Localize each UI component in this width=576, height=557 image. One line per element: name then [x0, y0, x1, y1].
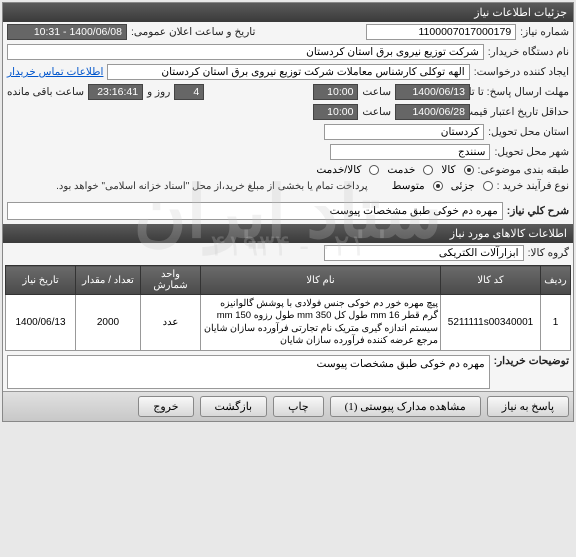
announce-value: 1400/06/08 - 10:31	[7, 24, 127, 40]
items-section-title: اطلاعات کالاهای مورد نیاز	[3, 224, 573, 243]
validity-time: 10:00	[313, 104, 358, 120]
cell-unit: عدد	[141, 295, 201, 351]
desc-label: شرح کلي نیاز:	[507, 205, 569, 217]
radio-both[interactable]	[369, 165, 379, 175]
day-and-label: روز و	[147, 86, 170, 98]
reply-button[interactable]: پاسخ به نیاز	[487, 396, 569, 417]
time-label-2: ساعت	[362, 106, 391, 118]
validity-date: 1400/06/28	[395, 104, 470, 120]
cell-code: 5211111s00340001	[441, 295, 541, 351]
cell-name: پیچ مهره خور دم خوکی جنس فولادی با پوشش …	[201, 295, 441, 351]
th-unit: واحد شمارش	[141, 266, 201, 295]
radio-small[interactable]	[483, 181, 493, 191]
buyer-org-value: شرکت توزیع نیروی برق استان کردستان	[7, 44, 484, 60]
main-panel: جزئیات اطلاعات نیاز شماره نیاز: 11000070…	[2, 2, 574, 422]
panel-title: جزئیات اطلاعات نیاز	[3, 3, 573, 22]
time-label-1: ساعت	[362, 86, 391, 98]
items-table: ردیف کد کالا نام کالا واحد شمارش تعداد /…	[5, 265, 571, 351]
group-value: ابزارآلات الکتریکی	[324, 245, 524, 261]
print-button[interactable]: چاپ	[273, 396, 324, 417]
deadline-time: 10:00	[313, 84, 358, 100]
remaining-days: 4	[174, 84, 204, 100]
th-date: تاریخ نیاز	[6, 266, 76, 295]
exit-button[interactable]: خروج	[138, 396, 193, 417]
buyer-notes-value: مهره دم خوکی طبق مشخصات پیوست	[7, 355, 490, 389]
need-number-value: 1100007017000179	[366, 24, 516, 40]
purchase-note: پرداخت تمام یا بخشی از مبلغ خرید،از محل …	[56, 181, 368, 192]
cell-idx: 1	[541, 295, 571, 351]
table-header-row: ردیف کد کالا نام کالا واحد شمارش تعداد /…	[6, 266, 571, 295]
th-idx: ردیف	[541, 266, 571, 295]
province-label: استان محل تحویل:	[488, 126, 569, 138]
category-label: طبقه بندی موضوعی:	[478, 164, 569, 176]
pt-small-label: جزئی	[451, 180, 475, 192]
attachments-button[interactable]: مشاهده مدارک پیوستی (1)	[330, 396, 481, 417]
category-radio-group: کالا خدمت کالا/خدمت	[316, 164, 473, 176]
th-qty: تعداد / مقدار	[76, 266, 141, 295]
buyer-org-label: نام دستگاه خریدار:	[488, 46, 569, 58]
th-code: کد کالا	[441, 266, 541, 295]
back-button[interactable]: بازگشت	[200, 396, 268, 417]
requester-label: ایجاد کننده درخواست:	[474, 66, 569, 78]
purchase-type-label: نوع فرآیند خرید :	[497, 180, 569, 192]
buyer-notes-label: توضیحات خریدار:	[494, 355, 569, 367]
city-label: شهر محل تحویل:	[494, 146, 569, 158]
radio-goods[interactable]	[464, 165, 474, 175]
province-value: کردستان	[324, 124, 484, 140]
validity-label: حداقل تاریخ اعتبار قیمت: تا تاریخ:	[474, 106, 569, 118]
city-value: سنندج	[330, 144, 490, 160]
desc-value: مهره دم خوکی طبق مشخصات پیوست	[7, 202, 503, 220]
need-number-label: شماره نیاز:	[520, 26, 569, 38]
remaining-suffix: ساعت باقی مانده	[7, 86, 84, 98]
remaining-time: 23:16:41	[88, 84, 143, 100]
cat-service-label: خدمت	[387, 164, 415, 176]
radio-service[interactable]	[423, 165, 433, 175]
radio-medium[interactable]	[433, 181, 443, 191]
group-label: گروه کالا:	[528, 247, 569, 259]
cat-goods-label: کالا	[441, 164, 455, 176]
cat-both-label: کالا/خدمت	[316, 164, 361, 176]
deadline-date: 1400/06/13	[395, 84, 470, 100]
cell-qty: 2000	[76, 295, 141, 351]
purchase-type-radio-group: جزئی متوسط	[392, 180, 493, 192]
contact-link[interactable]: اطلاعات تماس خریدار	[7, 66, 103, 78]
cell-date: 1400/06/13	[6, 295, 76, 351]
th-name: نام کالا	[201, 266, 441, 295]
table-row: 1 5211111s00340001 پیچ مهره خور دم خوکی …	[6, 295, 571, 351]
deadline-label: مهلت ارسال پاسخ: تا تاریخ:	[474, 86, 569, 98]
pt-medium-label: متوسط	[392, 180, 425, 192]
requester-value: الهه توکلی کارشناس معاملات شرکت توزیع نی…	[107, 64, 469, 80]
footer-bar: پاسخ به نیاز مشاهده مدارک پیوستی (1) چاپ…	[3, 391, 573, 421]
announce-label: تاریخ و ساعت اعلان عمومی:	[131, 26, 255, 38]
